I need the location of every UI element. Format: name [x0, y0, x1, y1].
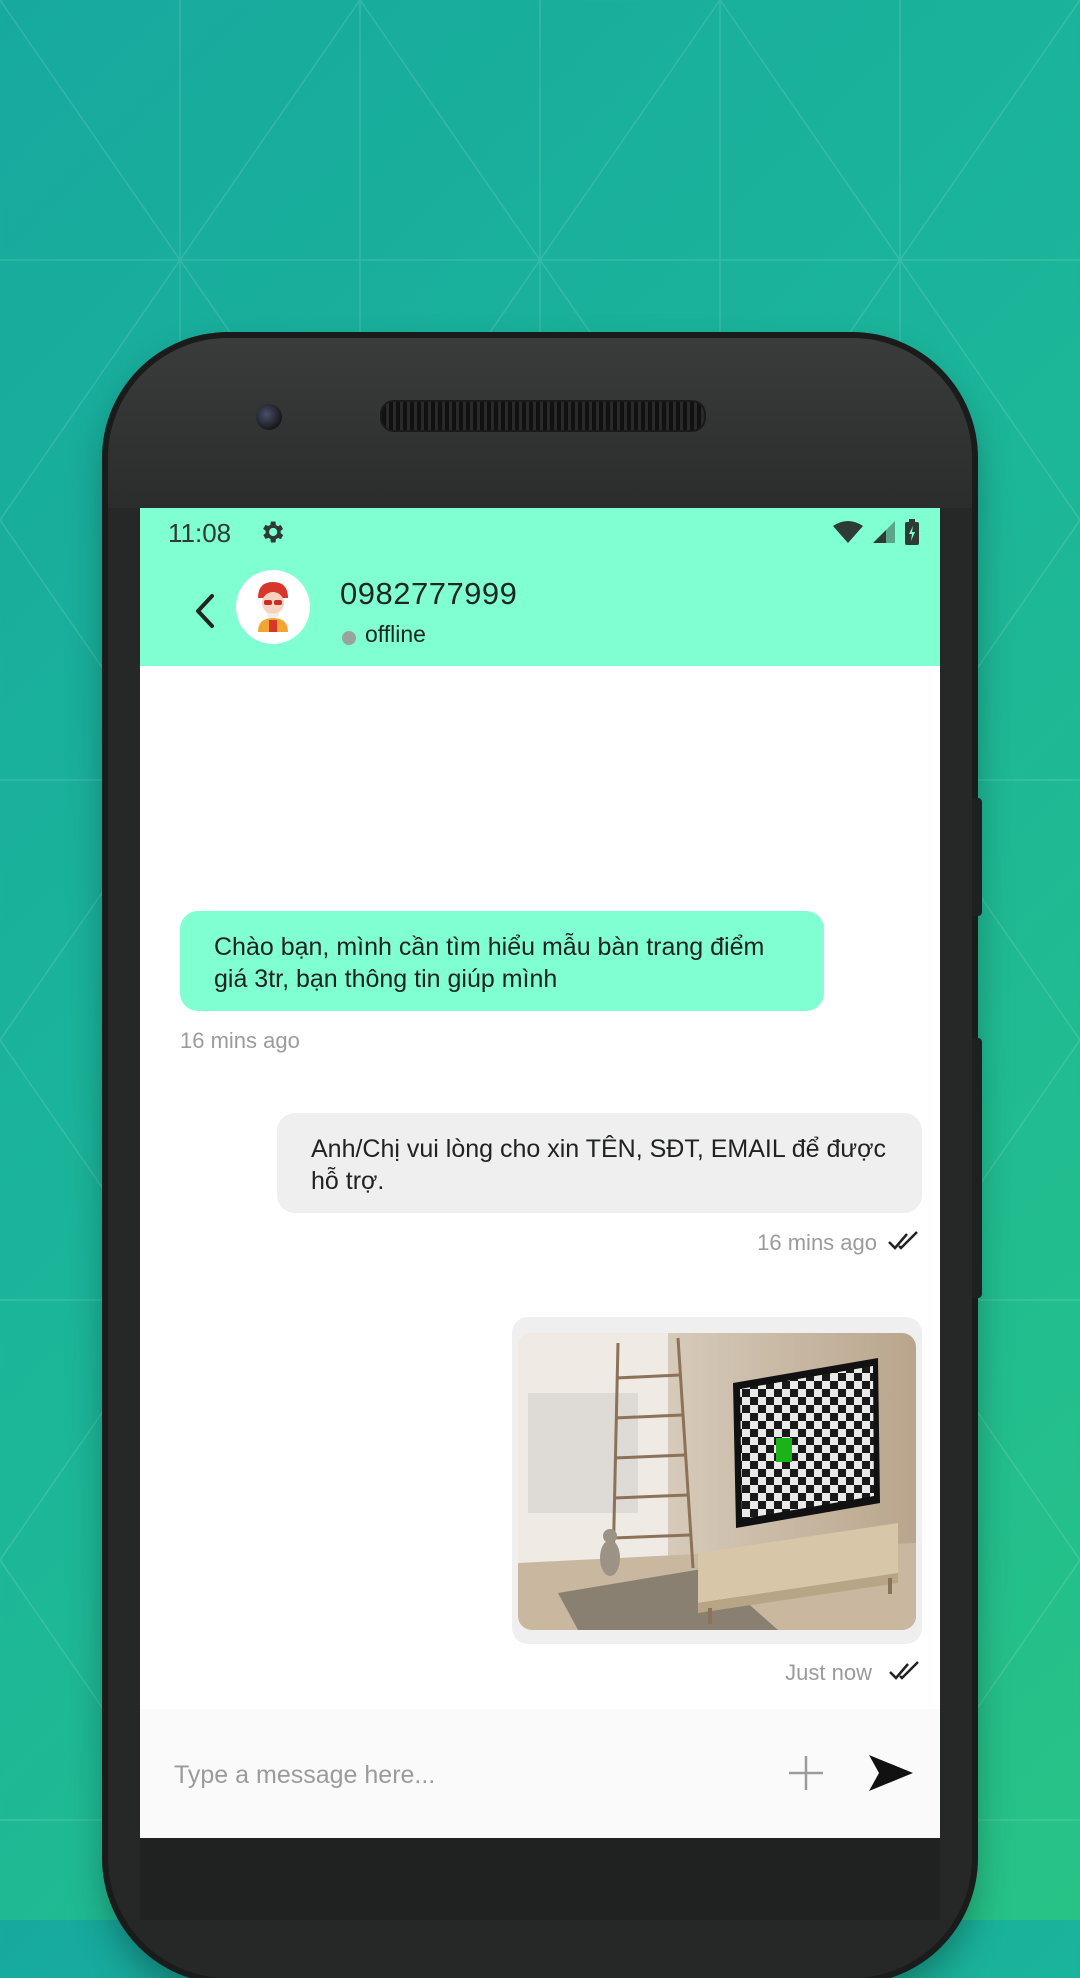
message-timestamp: 16 mins ago [180, 1028, 300, 1053]
volume-button [972, 798, 982, 916]
avatar[interactable] [236, 570, 310, 644]
status-icons [832, 518, 920, 546]
chat-screen: 11:08 0982777999 offline Chào bạn, mình … [140, 508, 940, 1838]
phone-bottom-bezel [140, 1838, 940, 1920]
outgoing-message[interactable]: Anh/Chị vui lòng cho xin TÊN, SĐT, EMAIL… [277, 1113, 922, 1213]
front-camera [256, 404, 282, 430]
room-photo [518, 1333, 916, 1630]
presence-dot [342, 631, 356, 645]
gear-icon [263, 521, 284, 543]
double-check-icon [888, 1231, 918, 1250]
battery-icon [905, 519, 919, 545]
wifi-icon [833, 521, 863, 543]
message-timestamp: Just now [785, 1660, 872, 1685]
status-time: 11:08 [168, 518, 232, 548]
presence-status: offline [365, 621, 426, 647]
contact-name: 0982777999 [340, 576, 518, 611]
send-icon[interactable] [867, 1753, 915, 1793]
message-input[interactable] [172, 1749, 736, 1801]
signal-icon [873, 521, 895, 543]
power-button [972, 1038, 982, 1298]
avatar-image [258, 582, 288, 632]
chevron-left-icon[interactable] [182, 586, 228, 636]
message-composer [140, 1709, 940, 1838]
earpiece-speaker [380, 400, 706, 432]
incoming-message[interactable]: Chào bạn, mình cần tìm hiểu mẫu bàn tran… [180, 911, 824, 1011]
image-thumbnail[interactable] [518, 1333, 916, 1630]
message-timestamp: 16 mins ago [757, 1230, 877, 1255]
chat-header: 0982777999 offline [140, 556, 940, 666]
double-check-icon [889, 1661, 919, 1680]
plus-icon[interactable] [786, 1753, 826, 1793]
status-bar: 11:08 [140, 508, 940, 556]
